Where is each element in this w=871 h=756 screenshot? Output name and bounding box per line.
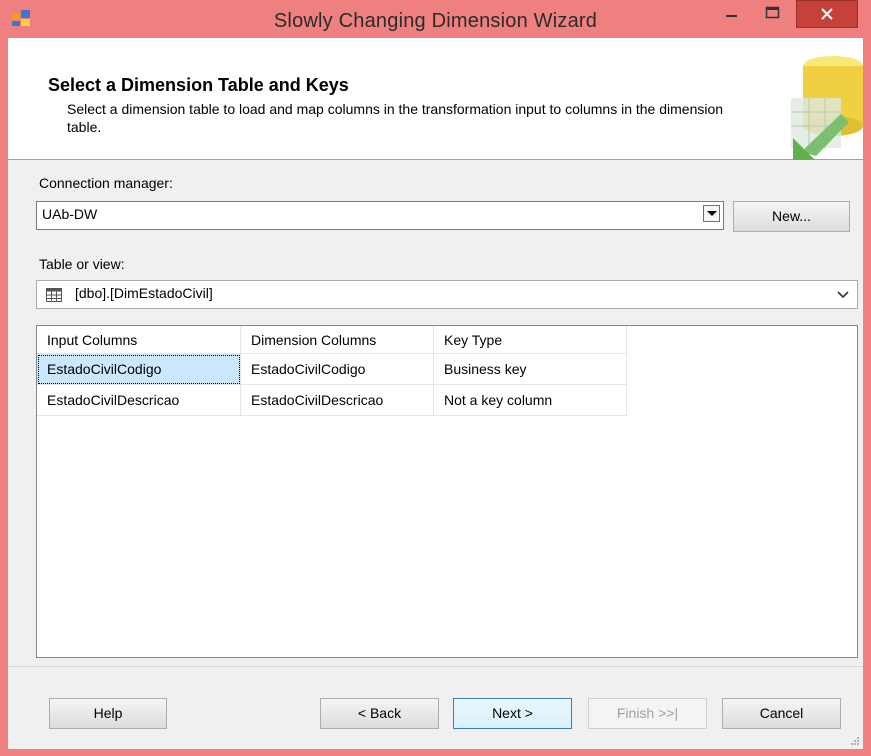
maximize-button[interactable] bbox=[750, 0, 795, 30]
page-title: Select a Dimension Table and Keys bbox=[48, 75, 349, 95]
connection-manager-label: Connection manager: bbox=[39, 175, 173, 191]
input-column-cell[interactable]: EstadoCivilCodigo bbox=[37, 353, 241, 385]
wizard-body: Select a Dimension Table and Keys Select… bbox=[8, 38, 863, 749]
cancel-button[interactable]: Cancel bbox=[722, 698, 841, 729]
table-icon bbox=[46, 288, 62, 302]
connection-manager-value: UAb-DW bbox=[42, 206, 98, 222]
column-mapping-grid[interactable]: Input Columns Dimension Columns Key Type… bbox=[36, 325, 858, 658]
chevron-down-icon[interactable] bbox=[837, 291, 849, 299]
wizard-window: Slowly Changing Dimension Wizard Select … bbox=[0, 0, 871, 756]
dropdown-arrow-icon[interactable] bbox=[703, 205, 720, 222]
dimension-column-cell[interactable]: EstadoCivilCodigo bbox=[240, 353, 434, 385]
column-mapping-table: Input Columns Dimension Columns Key Type… bbox=[37, 326, 627, 416]
next-button[interactable]: Next > bbox=[453, 698, 572, 729]
key-type-cell[interactable]: Not a key column bbox=[433, 384, 627, 416]
connection-manager-select[interactable]: UAb-DW bbox=[36, 201, 724, 230]
table-row[interactable]: EstadoCivilDescricao EstadoCivilDescrica… bbox=[37, 384, 627, 416]
close-icon bbox=[821, 8, 833, 20]
title-bar[interactable]: Slowly Changing Dimension Wizard bbox=[0, 0, 871, 38]
minimize-button[interactable] bbox=[717, 0, 747, 30]
column-header-key-type[interactable]: Key Type bbox=[433, 326, 627, 354]
table-or-view-select[interactable]: [dbo].[DimEstadoCivil] bbox=[36, 280, 858, 309]
minimize-icon bbox=[726, 15, 737, 17]
maximize-icon bbox=[765, 6, 780, 19]
table-or-view-value: [dbo].[DimEstadoCivil] bbox=[75, 285, 213, 301]
table-row[interactable]: EstadoCivilCodigo EstadoCivilCodigo Busi… bbox=[37, 353, 627, 385]
column-header-dimension[interactable]: Dimension Columns bbox=[240, 326, 434, 354]
footer-divider bbox=[8, 666, 863, 667]
help-button[interactable]: Help bbox=[49, 698, 167, 729]
new-connection-button[interactable]: New... bbox=[733, 201, 850, 232]
key-type-cell[interactable]: Business key bbox=[433, 353, 627, 385]
table-or-view-label: Table or view: bbox=[39, 256, 125, 272]
finish-button[interactable]: Finish >>| bbox=[588, 698, 707, 729]
grid-header-row: Input Columns Dimension Columns Key Type bbox=[37, 326, 627, 354]
back-button[interactable]: < Back bbox=[320, 698, 439, 729]
dimension-column-cell[interactable]: EstadoCivilDescricao bbox=[240, 384, 434, 416]
wizard-header: Select a Dimension Table and Keys Select… bbox=[8, 38, 863, 160]
input-column-cell[interactable]: EstadoCivilDescricao bbox=[37, 384, 241, 416]
close-button[interactable] bbox=[796, 0, 858, 28]
page-description: Select a dimension table to load and map… bbox=[67, 101, 724, 135]
resize-grip-icon[interactable] bbox=[849, 735, 859, 745]
dimension-wizard-art-icon bbox=[791, 56, 863, 160]
column-header-input[interactable]: Input Columns bbox=[37, 326, 241, 354]
